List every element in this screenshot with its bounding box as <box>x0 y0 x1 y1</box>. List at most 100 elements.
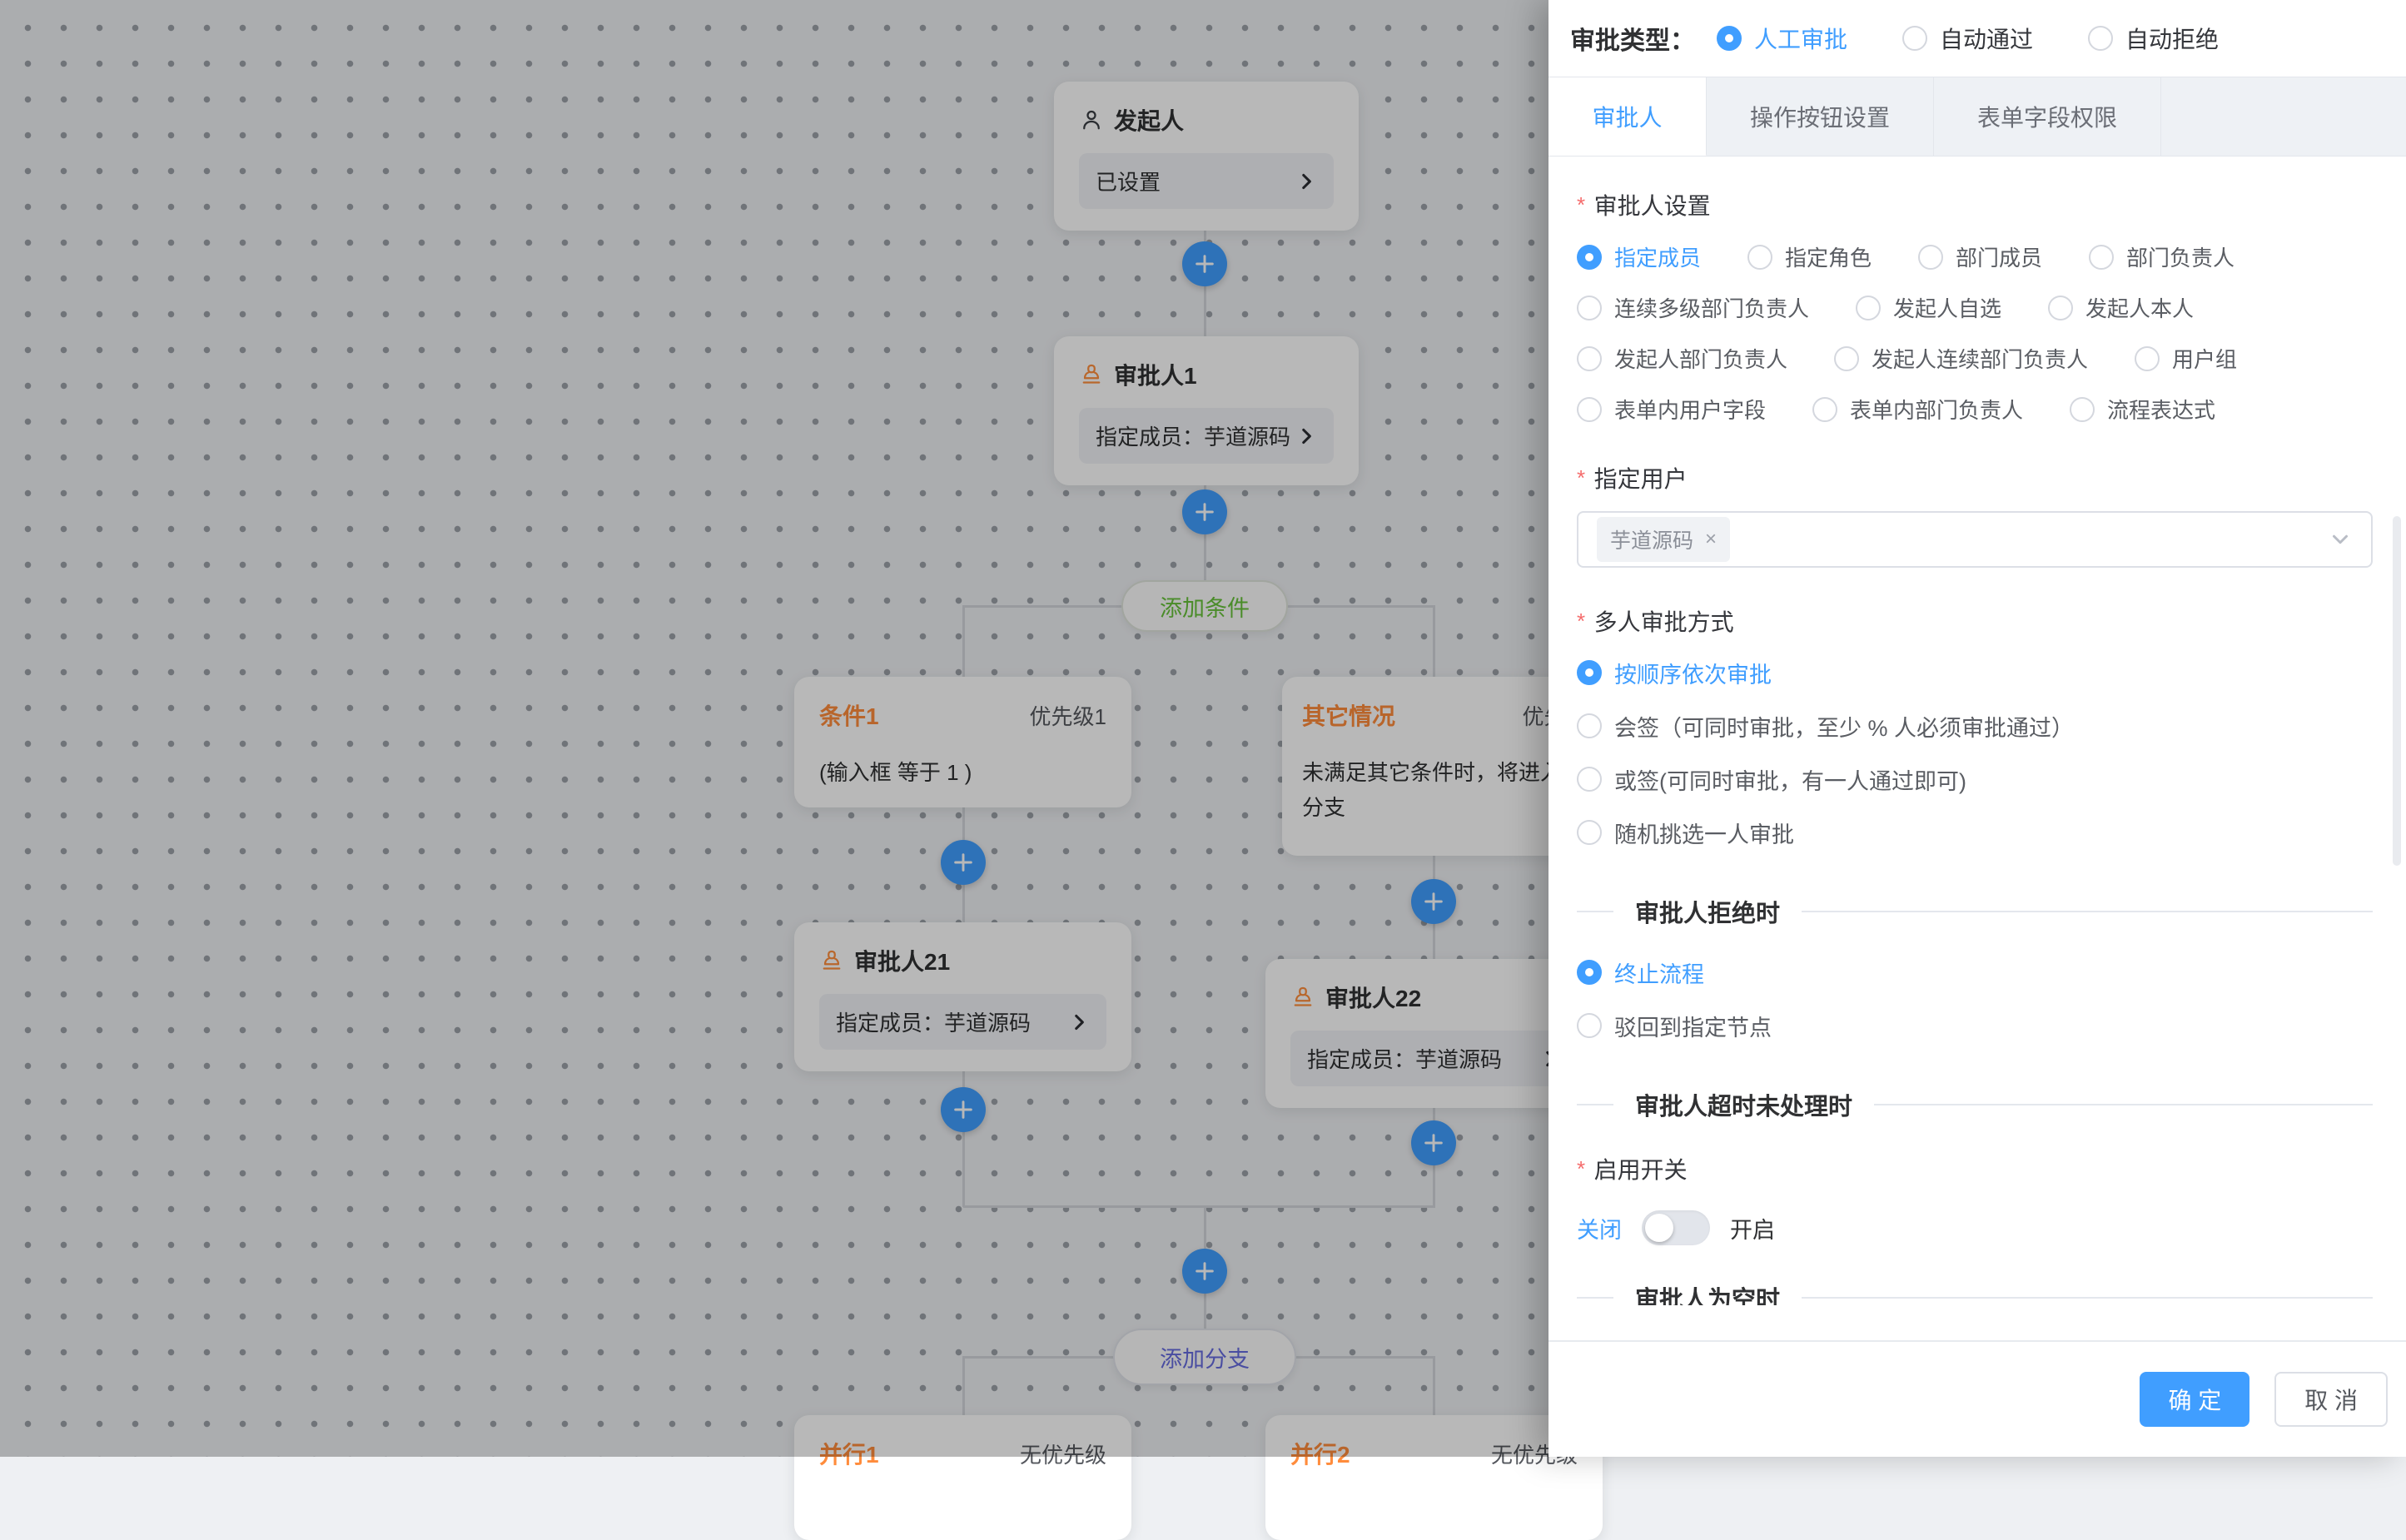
radio-label: 发起人自选 <box>1893 292 2001 323</box>
drawer-footer: 确 定 取 消 <box>1548 1340 2406 1457</box>
radio-icon <box>1577 346 1602 371</box>
radio-icon <box>1747 245 1772 270</box>
approver-setting-radio[interactable]: 发起人自选 <box>1856 292 2001 323</box>
required-asterisk: * <box>1577 192 1585 217</box>
radio-icon <box>1577 397 1602 422</box>
settings-panel-body[interactable]: * 审批人设置 指定成员 指定角色 部门成员 <box>1548 158 2406 1340</box>
chevron-down-icon <box>2328 527 2353 552</box>
switch-on-label: 开启 <box>1730 1212 1775 1244</box>
tab-label: 操作按钮设置 <box>1750 100 1890 133</box>
cancel-button-label: 取 消 <box>2304 1383 2358 1416</box>
radio-label: 连续多级部门负责人 <box>1614 292 1809 323</box>
timeout-section-divider: 审批人超时未处理时 <box>1577 1087 2373 1122</box>
timeout-section-title: 审批人超时未处理时 <box>1613 1087 1874 1122</box>
approver-setting-radio[interactable]: 指定角色 <box>1747 241 1872 272</box>
radio-label: 人工审批 <box>1754 22 1847 55</box>
reject-radio[interactable]: 终止流程 <box>1577 946 2373 999</box>
approver-setting-row3: 发起人部门负责人 发起人连续部门负责人 用户组 <box>1577 343 2373 374</box>
settings-tab[interactable]: 审批人 <box>1548 77 1707 156</box>
radio-label: 驳回到指定节点 <box>1614 1010 1772 1042</box>
approver-setting-radio[interactable]: 表单内部门负责人 <box>1812 394 2023 425</box>
radio-icon <box>1918 245 1943 270</box>
radio-label: 自动拒绝 <box>2125 22 2219 55</box>
settings-tab[interactable]: 操作按钮设置 <box>1707 77 1934 156</box>
confirm-button[interactable]: 确 定 <box>2140 1372 2249 1427</box>
switch-knob <box>1645 1214 1673 1242</box>
reject-section-divider: 审批人拒绝时 <box>1577 894 2373 929</box>
approver-setting-radio[interactable]: 表单内用户字段 <box>1577 394 1766 425</box>
confirm-button-label: 确 定 <box>2168 1383 2221 1416</box>
multi-mode-radio[interactable]: 或签(可同时审批，有一人通过即可) <box>1577 753 2373 806</box>
user-tag: 芋道源码 × <box>1597 517 1730 562</box>
empty-section-divider: 审批人为空时 <box>1577 1280 2373 1305</box>
radio-icon <box>2089 245 2114 270</box>
radio-icon <box>1812 397 1837 422</box>
radio-icon <box>1902 26 1927 51</box>
radio-label: 用户组 <box>2172 343 2237 374</box>
radio-icon <box>1577 767 1602 792</box>
approver-setting-radio[interactable]: 发起人部门负责人 <box>1577 343 1787 374</box>
radio-label: 发起人部门负责人 <box>1614 343 1787 374</box>
timeout-switch-row: 关闭 开启 <box>1577 1207 2373 1249</box>
radio-icon <box>2088 26 2113 51</box>
radio-label: 部门成员 <box>1956 241 2042 272</box>
approver-setting-row2: 连续多级部门负责人 发起人自选 发起人本人 <box>1577 292 2373 323</box>
reject-radio-group: 终止流程 驳回到指定节点 <box>1577 946 2373 1052</box>
approve-type-radio[interactable]: 自动拒绝 <box>2088 22 2219 55</box>
multi-mode-radio-group: 按顺序依次审批 会签（可同时审批，至少 % 人必须审批通过） 或签(可同时审批，… <box>1577 646 2373 859</box>
approve-type-label: 审批类型： <box>1570 20 1695 57</box>
approver-setting-radio[interactable]: 流程表达式 <box>2070 394 2215 425</box>
empty-section-title: 审批人为空时 <box>1613 1280 1802 1305</box>
radio-label: 或签(可同时审批，有一人通过即可) <box>1614 763 1966 796</box>
radio-icon <box>1577 245 1602 270</box>
approver-setting-row1: 指定成员 指定角色 部门成员 部门负责人 <box>1577 241 2373 272</box>
multi-mode-radio[interactable]: 按顺序依次审批 <box>1577 646 2373 699</box>
radio-label: 终止流程 <box>1614 956 1704 989</box>
multi-mode-radio[interactable]: 会签（可同时审批，至少 % 人必须审批通过） <box>1577 699 2373 753</box>
approve-type-row: 审批类型： 人工审批 自动通过 自动拒绝 <box>1548 0 2406 77</box>
radio-icon <box>2048 296 2073 320</box>
radio-icon <box>1717 26 1742 51</box>
approver-setting-radio[interactable]: 发起人连续部门负责人 <box>1834 343 2088 374</box>
approve-type-radio-group: 人工审批 自动通过 自动拒绝 <box>1717 22 2274 55</box>
tag-close-icon[interactable]: × <box>1705 529 1717 549</box>
radio-icon <box>1577 960 1602 985</box>
approver-setting-radio[interactable]: 指定成员 <box>1577 241 1701 272</box>
radio-label: 发起人本人 <box>2085 292 2194 323</box>
radio-label: 指定成员 <box>1614 241 1701 272</box>
multi-mode-label: 多人审批方式 <box>1594 609 1734 635</box>
multi-mode-radio[interactable]: 随机挑选一人审批 <box>1577 806 2373 859</box>
approver-setting-radio[interactable]: 部门负责人 <box>2089 241 2234 272</box>
assign-user-label: 指定用户 <box>1594 466 1688 492</box>
radio-icon <box>1856 296 1881 320</box>
reject-radio[interactable]: 驳回到指定节点 <box>1577 999 2373 1052</box>
approver-setting-radio[interactable]: 用户组 <box>2135 343 2237 374</box>
radio-label: 表单内用户字段 <box>1614 394 1766 425</box>
radio-icon <box>1834 346 1859 371</box>
approver-setting-radio[interactable]: 发起人本人 <box>2048 292 2194 323</box>
radio-label: 部门负责人 <box>2126 241 2234 272</box>
radio-icon <box>1577 660 1602 685</box>
required-asterisk: * <box>1577 1156 1585 1181</box>
radio-label: 会签（可同时审批，至少 % 人必须审批通过） <box>1614 710 2074 743</box>
panel-scrollbar[interactable] <box>2393 516 2401 866</box>
tab-label: 表单字段权限 <box>1977 100 2117 133</box>
radio-icon <box>2070 397 2095 422</box>
approver-setting-label: 审批人设置 <box>1594 193 1711 219</box>
cancel-button[interactable]: 取 消 <box>2274 1372 2388 1427</box>
approver-setting-row4: 表单内用户字段 表单内部门负责人 流程表达式 <box>1577 394 2373 425</box>
assign-user-select[interactable]: 芋道源码 × <box>1577 511 2373 568</box>
radio-icon <box>1577 713 1602 738</box>
settings-tab[interactable]: 表单字段权限 <box>1934 77 2161 156</box>
approve-type-radio[interactable]: 自动通过 <box>1902 22 2033 55</box>
approver-setting-radio[interactable]: 连续多级部门负责人 <box>1577 292 1809 323</box>
radio-label: 指定角色 <box>1785 241 1872 272</box>
reject-section-title: 审批人拒绝时 <box>1613 894 1802 929</box>
approver-setting-radio[interactable]: 部门成员 <box>1918 241 2042 272</box>
enable-switch-label: 启用开关 <box>1594 1157 1688 1183</box>
approver-settings-drawer: 审批类型： 人工审批 自动通过 自动拒绝 <box>1548 0 2406 1457</box>
timeout-toggle-switch[interactable] <box>1642 1210 1710 1245</box>
radio-label: 流程表达式 <box>2107 394 2215 425</box>
approve-type-radio[interactable]: 人工审批 <box>1717 22 1847 55</box>
settings-tabs: 审批人 操作按钮设置 表单字段权限 <box>1548 77 2406 156</box>
